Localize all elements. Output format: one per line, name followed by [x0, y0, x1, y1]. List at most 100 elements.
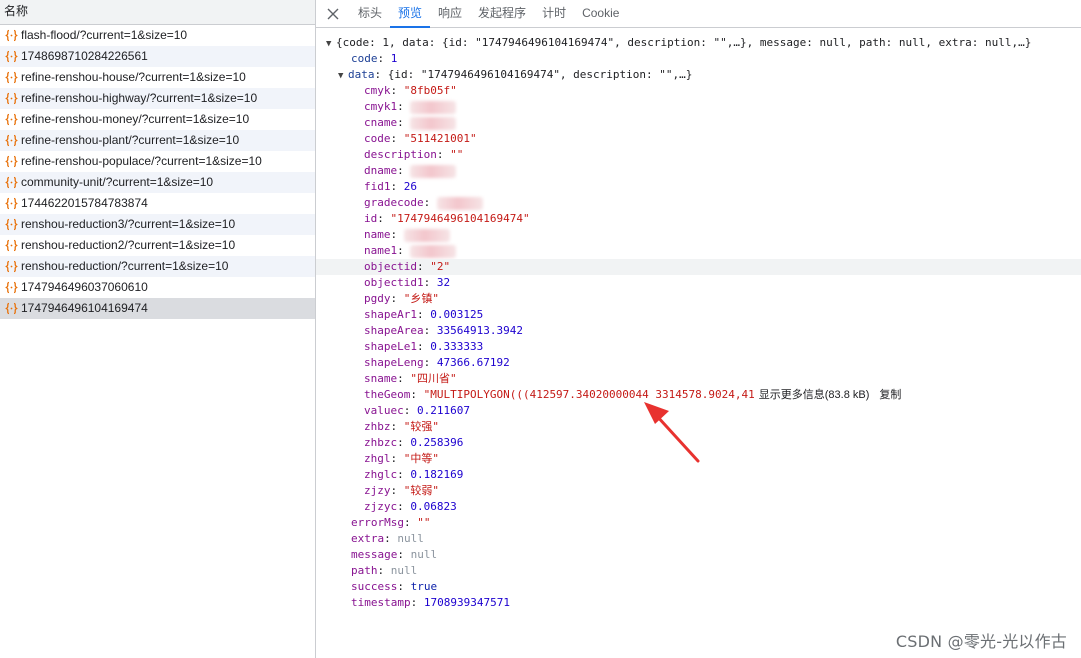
json-field-fid1: fid1: 26 — [316, 179, 1081, 195]
json-colon: : — [410, 596, 424, 609]
request-row[interactable]: refine-renshou-money/?current=1&size=10 — [0, 109, 315, 130]
request-list-panel: 名称 flash-flood/?current=1&size=10 1748698… — [0, 0, 316, 658]
copy-button[interactable]: 复制 — [879, 389, 901, 401]
json-colon: : — [397, 116, 411, 129]
root-summary: {code: 1, data: {id: "174794649610416947… — [336, 36, 1032, 49]
json-key: path — [351, 564, 378, 577]
request-row[interactable]: renshou-reduction/?current=1&size=10 — [0, 256, 315, 277]
request-row[interactable]: 1747946496104169474 — [0, 298, 315, 319]
tab-list: 标头 预览 响应 发起程序 计时 Cookie — [350, 0, 627, 28]
json-key: shapeArea — [364, 324, 424, 337]
json-value: "乡镇" — [403, 292, 439, 305]
json-field-objectid: objectid: "2" — [316, 259, 1081, 275]
json-key: objectid — [364, 260, 417, 273]
json-request-icon — [4, 197, 18, 211]
braces-icon-glyph — [4, 218, 18, 231]
request-row[interactable]: refine-renshou-plant/?current=1&size=10 — [0, 130, 315, 151]
json-value: 32 — [436, 276, 451, 289]
json-root-line[interactable]: ▼ {code: 1, data: {id: "17479464961041694… — [316, 35, 1081, 51]
triangle-down-icon[interactable]: ▼ — [338, 68, 348, 84]
json-field-theGeom: theGeom: "MULTIPOLYGON(((412597.34020000… — [316, 387, 1081, 403]
json-colon: : — [390, 180, 404, 193]
json-field-timestamp: timestamp: 1708939347571 — [316, 595, 1081, 611]
json-key: zjzy — [364, 484, 391, 497]
json-request-icon — [4, 176, 18, 190]
json-colon: : — [416, 340, 431, 353]
json-field-name1: name1: — [316, 243, 1081, 259]
tab-1[interactable]: 预览 — [390, 0, 431, 28]
json-key: pgdy — [364, 292, 391, 305]
json-key: zhglc — [364, 468, 398, 481]
request-list: flash-flood/?current=1&size=10 1748698710… — [0, 25, 315, 319]
braces-icon-glyph — [4, 134, 18, 147]
json-value: 33564913.3942 — [436, 324, 523, 337]
redacted-value — [410, 116, 457, 130]
json-field-zhbz: zhbz: "较强" — [316, 419, 1081, 435]
json-value: 0.211607 — [417, 404, 470, 417]
request-row[interactable]: 1747946496037060610 — [0, 277, 315, 298]
request-row[interactable]: flash-flood/?current=1&size=10 — [0, 25, 315, 46]
json-key: id — [364, 212, 378, 225]
request-row[interactable]: community-unit/?current=1&size=10 — [0, 172, 315, 193]
json-colon: : — [423, 276, 437, 289]
json-field-extra: extra: null — [316, 531, 1081, 547]
json-colon: : — [397, 164, 411, 177]
request-row[interactable]: renshou-reduction3/?current=1&size=10 — [0, 214, 315, 235]
json-key: objectid1 — [364, 276, 424, 289]
json-colon: : — [423, 324, 437, 337]
json-data-line[interactable]: ▼ data: {id: "1747946496104169474", descr… — [316, 67, 1081, 83]
json-colon: : — [423, 196, 437, 209]
braces-icon-glyph — [4, 176, 18, 189]
json-colon: : — [397, 580, 411, 593]
json-field-errorMsg: errorMsg: "" — [316, 515, 1081, 531]
json-colon: : — [397, 436, 411, 449]
json-colon: : — [384, 532, 398, 545]
show-more-button[interactable]: 显示更多信息(83.8 kB) — [759, 389, 870, 401]
braces-icon-glyph — [4, 197, 18, 210]
json-key: description — [364, 148, 437, 161]
tab-4[interactable]: 计时 — [534, 0, 574, 27]
json-field-cname: cname: — [316, 115, 1081, 131]
tab-5[interactable]: Cookie — [574, 0, 627, 27]
json-colon: : — [397, 468, 411, 481]
close-icon[interactable] — [316, 0, 350, 27]
json-field-message: message: null — [316, 547, 1081, 563]
json-field-zhgl: zhgl: "中等" — [316, 451, 1081, 467]
request-row[interactable]: refine-renshou-house/?current=1&size=10 — [0, 67, 315, 88]
json-colon: : — [397, 100, 411, 113]
braces-icon-glyph — [4, 113, 18, 126]
json-request-icon — [4, 239, 18, 253]
json-colon: : — [374, 68, 388, 81]
request-row[interactable]: 1744622015784783874 — [0, 193, 315, 214]
braces-icon-glyph — [4, 71, 18, 84]
json-value: 1708939347571 — [423, 596, 510, 609]
json-field-shapeLe1: shapeLe1: 0.333333 — [316, 339, 1081, 355]
triangle-down-icon[interactable]: ▼ — [326, 36, 336, 52]
tab-0[interactable]: 标头 — [350, 0, 390, 27]
request-row[interactable]: renshou-reduction2/?current=1&size=10 — [0, 235, 315, 256]
watermark: CSDN @零光-光以作古 — [895, 632, 1067, 651]
tab-3[interactable]: 发起程序 — [470, 0, 534, 27]
json-value: "四川省" — [410, 372, 457, 385]
json-colon: : — [390, 484, 404, 497]
json-request-icon — [4, 29, 18, 43]
json-field-shapeArea: shapeArea: 33564913.3942 — [316, 323, 1081, 339]
json-colon: : — [390, 132, 404, 145]
json-value: "2" — [430, 260, 451, 273]
request-row[interactable]: 1748698710284226561 — [0, 46, 315, 67]
json-value: null — [390, 564, 418, 577]
json-value: "较弱" — [403, 484, 439, 497]
braces-icon-glyph — [4, 155, 18, 168]
json-colon: : — [390, 292, 404, 305]
tab-2[interactable]: 响应 — [430, 0, 470, 27]
json-colon: : — [416, 260, 431, 273]
detail-tabbar: 标头 预览 响应 发起程序 计时 Cookie — [316, 0, 1081, 28]
json-key: errorMsg — [351, 516, 404, 529]
request-name: renshou-reduction/?current=1&size=10 — [21, 259, 229, 273]
json-field-objectid1: objectid1: 32 — [316, 275, 1081, 291]
json-value: 0.06823 — [410, 500, 457, 513]
request-name: flash-flood/?current=1&size=10 — [21, 28, 188, 42]
request-row[interactable]: refine-renshou-highway/?current=1&size=1… — [0, 88, 315, 109]
name-column-header[interactable]: 名称 — [0, 0, 315, 25]
request-row[interactable]: refine-renshou-populace/?current=1&size=… — [0, 151, 315, 172]
